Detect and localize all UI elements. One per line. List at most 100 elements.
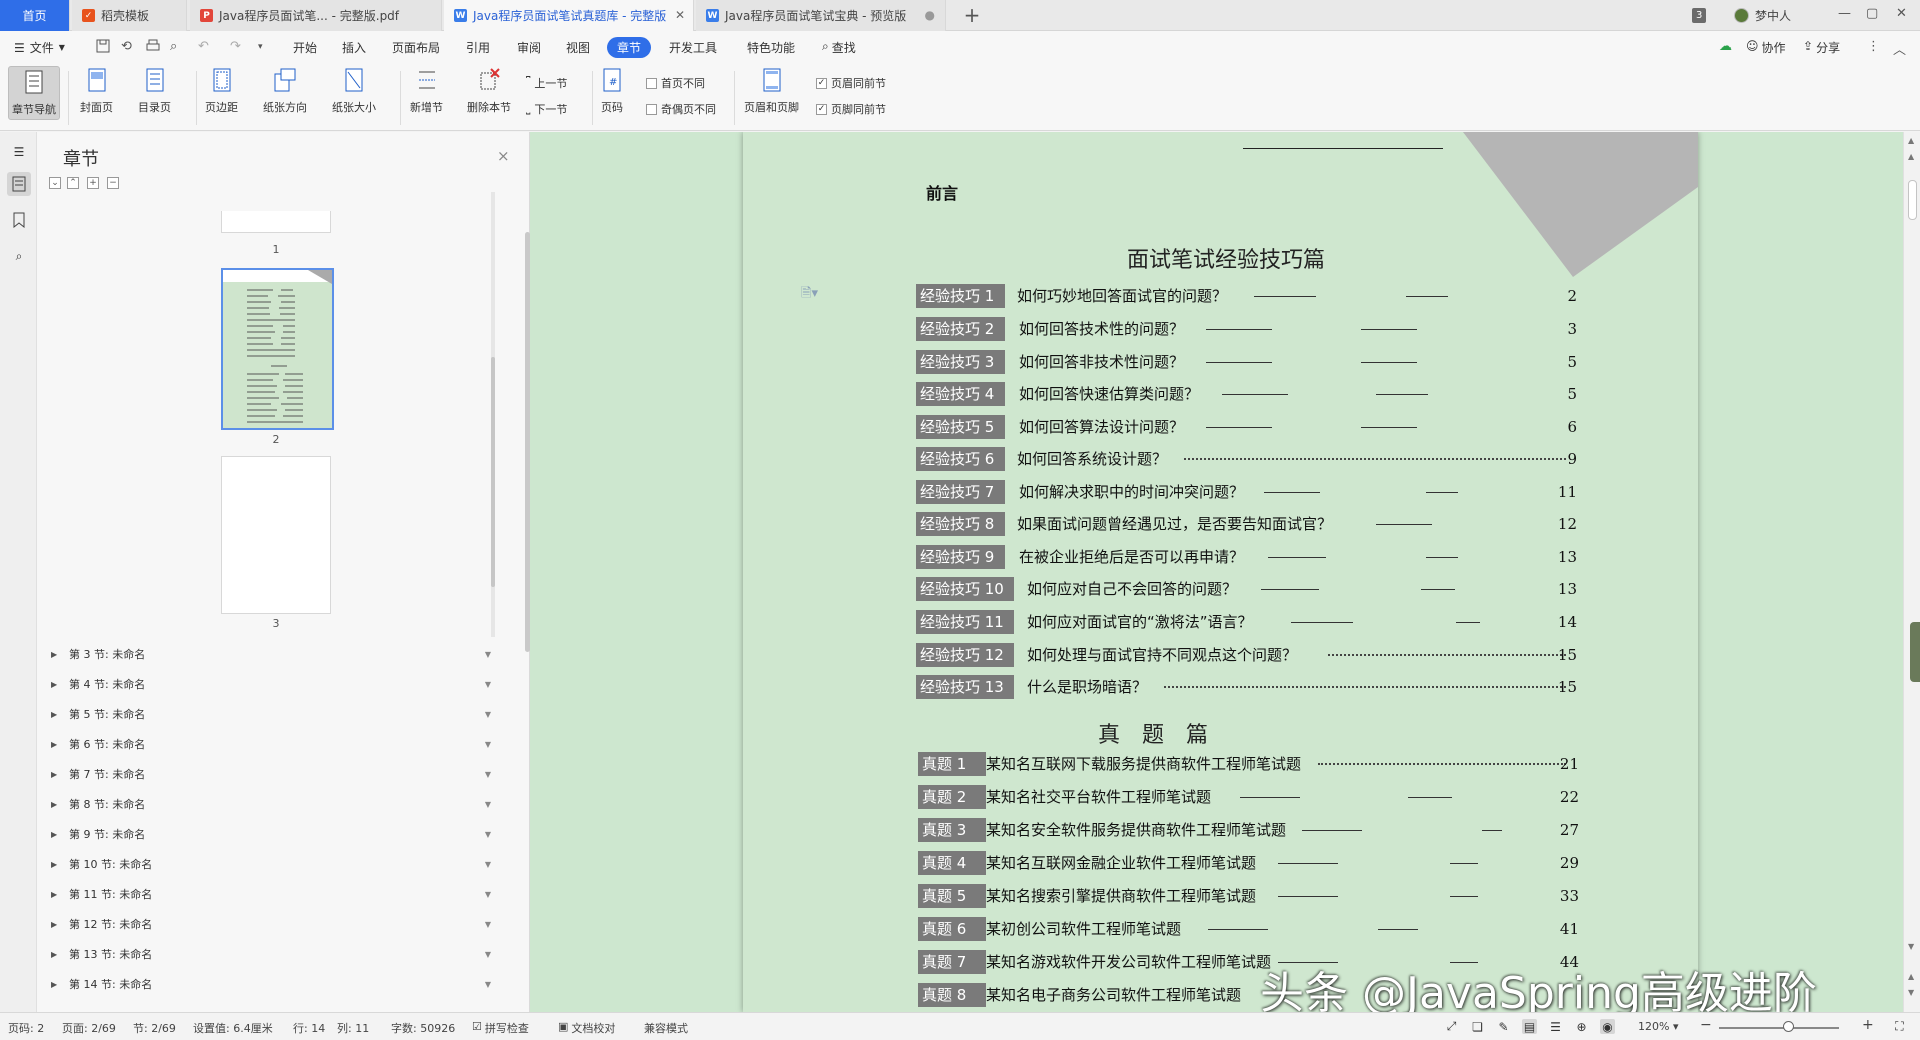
page-view-icon[interactable]: ▤ <box>1522 1019 1537 1034</box>
window-badge[interactable]: 3 <box>1692 0 1707 31</box>
toc-page-button[interactable]: 目录页 <box>138 67 171 115</box>
dropdown-icon[interactable]: ▼ <box>485 680 491 689</box>
close-panel-icon[interactable]: × <box>497 147 510 165</box>
menu-special[interactable]: 特色功能 <box>747 39 795 56</box>
status-row[interactable]: 行: 14 <box>293 1020 325 1036</box>
dropdown-icon[interactable]: ▼ <box>485 650 491 659</box>
status-words[interactable]: 字数: 50926 <box>391 1020 455 1036</box>
tab-home[interactable]: 首页 <box>0 0 70 31</box>
section-item[interactable]: ▶ 第 11 节: 未命名 ▼ <box>51 884 491 904</box>
redo-icon[interactable]: ↷ <box>230 39 241 54</box>
new-section-button[interactable]: 新增节 <box>410 67 443 115</box>
tab-docer[interactable]: ✓ 稻壳模板 <box>72 0 187 31</box>
dropdown-icon[interactable]: ▼ <box>485 740 491 749</box>
toc-entry[interactable]: 真题 1 某知名互联网下载服务提供商软件工程师笔试题 21 <box>918 752 1678 776</box>
collapse-all-icon[interactable]: ⌄ <box>49 177 61 189</box>
next-section-button[interactable]: ⎵ 下一节 <box>526 101 567 117</box>
section-item[interactable]: ▶ 第 7 节: 未命名 ▼ <box>51 764 491 784</box>
collapse-ribbon-icon[interactable]: ︿ <box>1893 39 1906 58</box>
toc-entry[interactable]: 经验技巧 9 在被企业拒绝后是否可以再申请？ 13 <box>916 545 1676 569</box>
prev-page-icon[interactable]: ▲ <box>1908 972 1914 981</box>
outline-icon[interactable]: ☰ <box>7 140 31 164</box>
fullscreen-icon[interactable]: ⤢ <box>1444 1019 1459 1034</box>
print-icon[interactable] <box>146 39 160 57</box>
dropdown-icon[interactable]: ▼ <box>485 710 491 719</box>
tab-pdf[interactable]: P Java程序员面试笔... - 完整版.pdf <box>190 0 442 31</box>
restore-button[interactable]: ▢ <box>1866 6 1878 21</box>
toc-entry[interactable]: 经验技巧 3 如何回答非技术性问题？ 5 <box>916 350 1676 374</box>
toc-entry[interactable]: 经验技巧 8 如果面试问题曾经遇见过，是否要告知面试官？ 12 <box>916 512 1676 536</box>
toc-entry[interactable]: 经验技巧 7 如何解决求职中的时间冲突问题？ 11 <box>916 480 1676 504</box>
scroll-page-up-icon[interactable]: ▲ <box>1908 152 1914 161</box>
section-item[interactable]: ▶ 第 10 节: 未命名 ▼ <box>51 854 491 874</box>
toc-entry[interactable]: 经验技巧 10 如何应对自己不会回答的问题？ 13 <box>916 577 1676 601</box>
section-item[interactable]: ▶ 第 3 节: 未命名 ▼ <box>51 644 491 664</box>
zoom-level[interactable]: 120% ▾ <box>1638 1020 1678 1033</box>
thumbnail-scroll-thumb[interactable] <box>491 357 495 587</box>
tab-doc-active[interactable]: W Java程序员面试笔试真题库 - 完整版 ✕ <box>444 0 694 31</box>
first-page-diff-checkbox[interactable]: 首页不同 <box>646 75 705 91</box>
toc-entry[interactable]: 真题 2 某知名社交平台软件工程师笔试题 22 <box>918 785 1678 809</box>
close-window-button[interactable]: ✕ <box>1896 6 1907 21</box>
toc-entry[interactable]: 真题 4 某知名互联网金融企业软件工程师笔试题 29 <box>918 851 1678 875</box>
menu-review[interactable]: 审阅 <box>517 39 541 56</box>
more-icon[interactable]: ⋮ <box>1867 39 1880 54</box>
next-page-icon[interactable]: ▼ <box>1908 988 1914 997</box>
section-item[interactable]: ▶ 第 14 节: 未命名 ▼ <box>51 974 491 994</box>
page-thumbnail[interactable] <box>221 211 331 233</box>
read-mode-icon[interactable]: ❏ <box>1470 1019 1485 1034</box>
section-item[interactable]: ▶ 第 12 节: 未命名 ▼ <box>51 914 491 934</box>
zoom-slider[interactable] <box>1719 1027 1839 1029</box>
paper-size-button[interactable]: 纸张大小 <box>332 67 376 115</box>
fit-window-icon[interactable]: ⛶ <box>1892 1019 1907 1034</box>
header-same-checkbox[interactable]: ✓ 页眉同前节 <box>816 75 886 91</box>
dropdown-icon[interactable]: ▼ <box>485 770 491 779</box>
tab-doc-preview[interactable]: W Java程序员面试笔试宝典 - 预览版 ● <box>696 0 946 31</box>
minimize-button[interactable]: — <box>1838 6 1851 21</box>
dropdown-icon[interactable]: ▼ <box>485 830 491 839</box>
print-preview-icon[interactable]: ⌕ <box>170 39 177 54</box>
cloud-sync-icon[interactable]: ☁ <box>1719 39 1732 54</box>
menu-developer[interactable]: 开发工具 <box>669 39 717 56</box>
write-mode-icon[interactable]: ✎ <box>1496 1019 1511 1034</box>
page-number-button[interactable]: # 页码 <box>600 67 624 115</box>
status-page[interactable]: 页面: 2/69 <box>62 1020 116 1036</box>
expand-all-icon[interactable]: ⌃ <box>67 177 79 189</box>
document-icon[interactable]: 🗎▾ <box>801 284 818 306</box>
vertical-scrollbar[interactable]: ▲ ▲ ▼ ▲ ▼ <box>1903 132 1920 1012</box>
chapter-nav-button[interactable]: 章节导航 <box>8 66 60 120</box>
remove-icon[interactable]: − <box>107 177 119 189</box>
menu-start[interactable]: 开始 <box>293 39 317 56</box>
dropdown-icon[interactable]: ▼ <box>485 920 491 929</box>
close-tab-icon[interactable]: ✕ <box>675 8 685 22</box>
web-view-icon[interactable]: ⊕ <box>1574 1019 1589 1034</box>
bookmark-icon[interactable] <box>7 208 31 232</box>
odd-even-diff-checkbox[interactable]: 奇偶页不同 <box>646 101 716 117</box>
file-menu[interactable]: ☰ 文件 ▼ <box>14 39 65 56</box>
scroll-up-icon[interactable]: ▲ <box>1908 136 1914 145</box>
status-page-code[interactable]: 页码: 2 <box>8 1020 44 1036</box>
menu-page-layout[interactable]: 页面布局 <box>392 39 440 56</box>
toc-entry[interactable]: 经验技巧 13 什么是职场暗语？ 15 <box>916 675 1676 699</box>
toc-entry[interactable]: 经验技巧 1 如何巧妙地回答面试官的问题？ 2 <box>916 284 1676 308</box>
document-page[interactable]: 前言 面试笔试经验技巧篇 🗎▾ 经验技巧 1 如何巧妙地回答面试官的问题？ 2 … <box>743 132 1698 1012</box>
save-icon[interactable] <box>96 39 110 57</box>
scroll-thumb[interactable] <box>1908 180 1917 220</box>
document-canvas[interactable]: 前言 面试笔试经验技巧篇 🗎▾ 经验技巧 1 如何巧妙地回答面试官的问题？ 2 … <box>530 132 1903 1012</box>
status-col[interactable]: 列: 11 <box>337 1020 369 1036</box>
outline-view-icon[interactable]: ☰ <box>1548 1019 1563 1034</box>
share-button[interactable]: ⇪ 分享 <box>1803 39 1840 56</box>
new-tab-button[interactable]: + <box>960 4 984 26</box>
zoom-out-button[interactable]: − <box>1700 1017 1712 1033</box>
menu-chapter[interactable]: 章节 <box>607 37 652 58</box>
spell-check-button[interactable]: ☑ 拼写检查 <box>472 1020 529 1036</box>
status-section[interactable]: 节: 2/69 <box>133 1020 176 1036</box>
eye-protection-icon[interactable]: ◉ <box>1600 1019 1615 1034</box>
cover-page-button[interactable]: 封面页 <box>80 67 113 115</box>
header-footer-button[interactable]: 页眉和页脚 <box>744 67 799 115</box>
section-item[interactable]: ▶ 第 6 节: 未命名 ▼ <box>51 734 491 754</box>
dropdown-icon[interactable]: ▼ <box>485 980 491 989</box>
toc-entry[interactable]: 经验技巧 12 如何处理与面试官持不同观点这个问题？ 15 <box>916 643 1676 667</box>
section-item[interactable]: ▶ 第 5 节: 未命名 ▼ <box>51 704 491 724</box>
toc-entry[interactable]: 经验技巧 4 如何回答快速估算类问题？ 5 <box>916 382 1676 406</box>
